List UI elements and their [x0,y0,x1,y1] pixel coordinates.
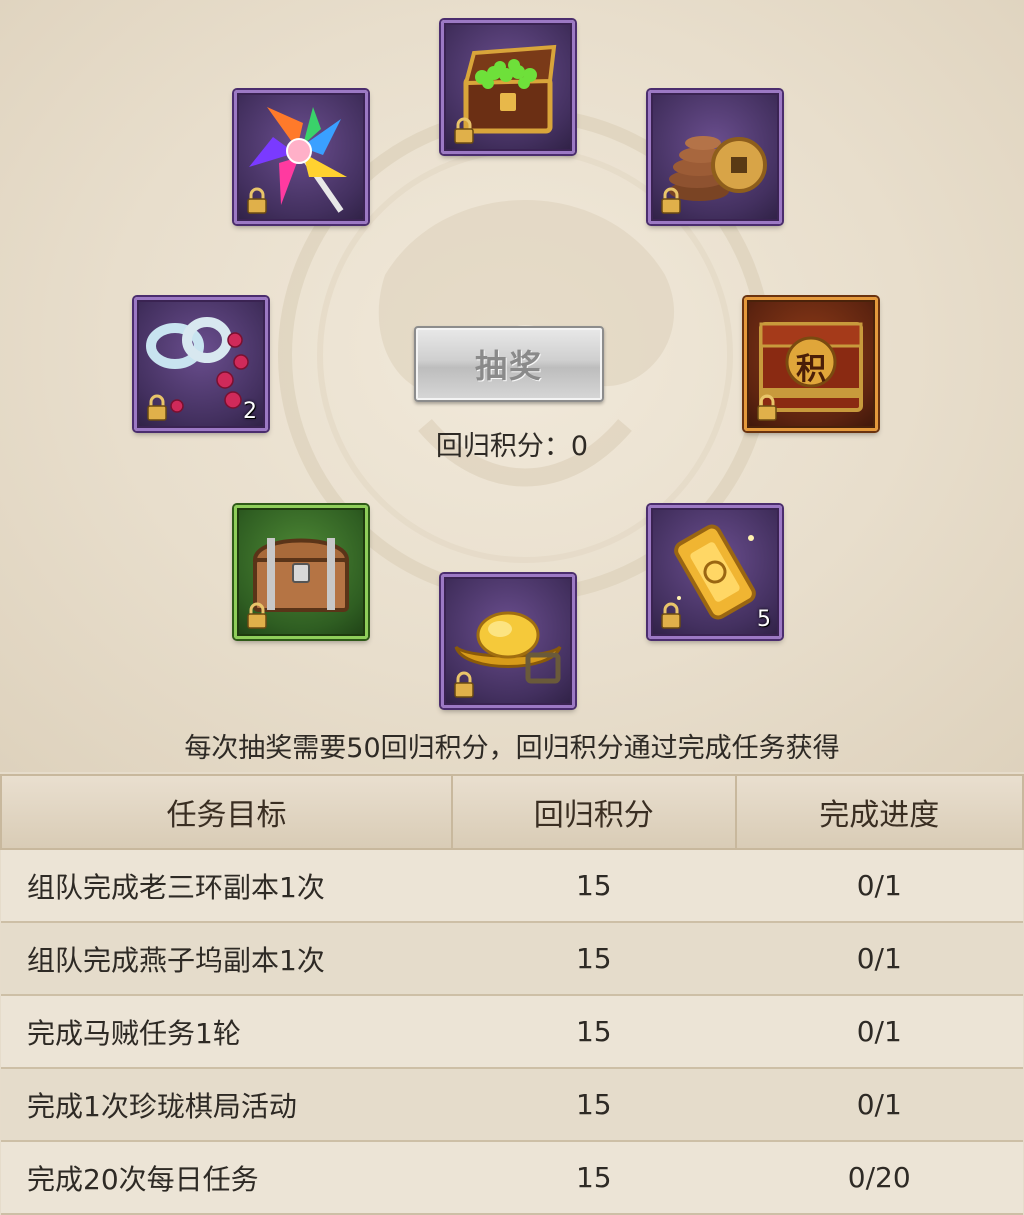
lock-icon [661,187,681,214]
item-count: 5 [757,607,771,632]
return-points-value: 0 [570,431,589,462]
table-row: 组队完成老三环副本1次 15 0/1 [1,848,1023,923]
return-points-label: 回归积分： [435,431,571,462]
header-progress: 完成进度 [734,774,1024,850]
lock-icon [454,117,474,144]
task-name: 组队完成老三环副本1次 [1,848,453,923]
table-row: 完成马贼任务1轮 15 0/1 [1,994,1023,1069]
table-row: 完成20次每日任务 15 0/20 [1,1140,1023,1215]
lock-icon [454,671,474,698]
draw-rule-text: 每次抽奖需要50回归积分，回归积分通过完成任务获得 [184,733,840,764]
item-count: 2 [243,399,257,424]
reward-slot-treasure-chest[interactable] [441,20,575,154]
draw-button[interactable]: 抽奖 [414,326,604,402]
task-points: 15 [452,921,736,996]
lock-icon [661,602,681,629]
task-table: 任务目标 回归积分 完成进度 组队完成老三环副本1次 15 0/1 组队完成燕子… [0,774,1024,1215]
points-box-label: 积 [796,352,826,387]
task-name: 完成1次珍珑棋局活动 [1,1067,453,1142]
reward-slot-points-box[interactable]: 积 [744,297,878,431]
task-points: 15 [452,994,736,1069]
lottery-wheel-panel: 积 5 2 抽奖 回归积分：0 每次抽奖需要50回归积分，回归积分通过完成任务获… [0,0,1024,772]
task-progress: 0/1 [735,1067,1023,1142]
reward-slot-copper-coins[interactable] [648,90,782,224]
table-row: 组队完成燕子坞副本1次 15 0/1 [1,921,1023,996]
reward-slot-ring-beads[interactable]: 2 [134,297,268,431]
task-progress: 0/1 [735,848,1023,923]
reward-slot-wooden-chest[interactable] [234,505,368,639]
task-table-header: 任务目标 回归积分 完成进度 [0,774,1024,850]
return-points-display: 回归积分：0 [0,424,1024,463]
table-row: 完成1次珍珑棋局活动 15 0/1 [1,1067,1023,1142]
reward-slot-gold-token[interactable]: 5 [648,505,782,639]
header-task-goal: 任务目标 [0,774,454,850]
reward-slot-pinwheel[interactable] [234,90,368,224]
task-progress: 0/1 [735,921,1023,996]
task-progress: 0/20 [735,1140,1023,1215]
task-name: 完成马贼任务1轮 [1,994,453,1069]
task-points: 15 [452,1067,736,1142]
header-return-points: 回归积分 [451,774,737,850]
task-points: 15 [452,1140,736,1215]
task-name: 组队完成燕子坞副本1次 [1,921,453,996]
lock-icon [247,187,267,214]
task-name: 完成20次每日任务 [1,1140,453,1215]
task-progress: 0/1 [735,994,1023,1069]
lock-icon [757,394,777,421]
task-points: 15 [452,848,736,923]
lock-icon [247,602,267,629]
reward-slot-gold-ingot[interactable] [441,574,575,708]
lock-icon [147,394,167,421]
